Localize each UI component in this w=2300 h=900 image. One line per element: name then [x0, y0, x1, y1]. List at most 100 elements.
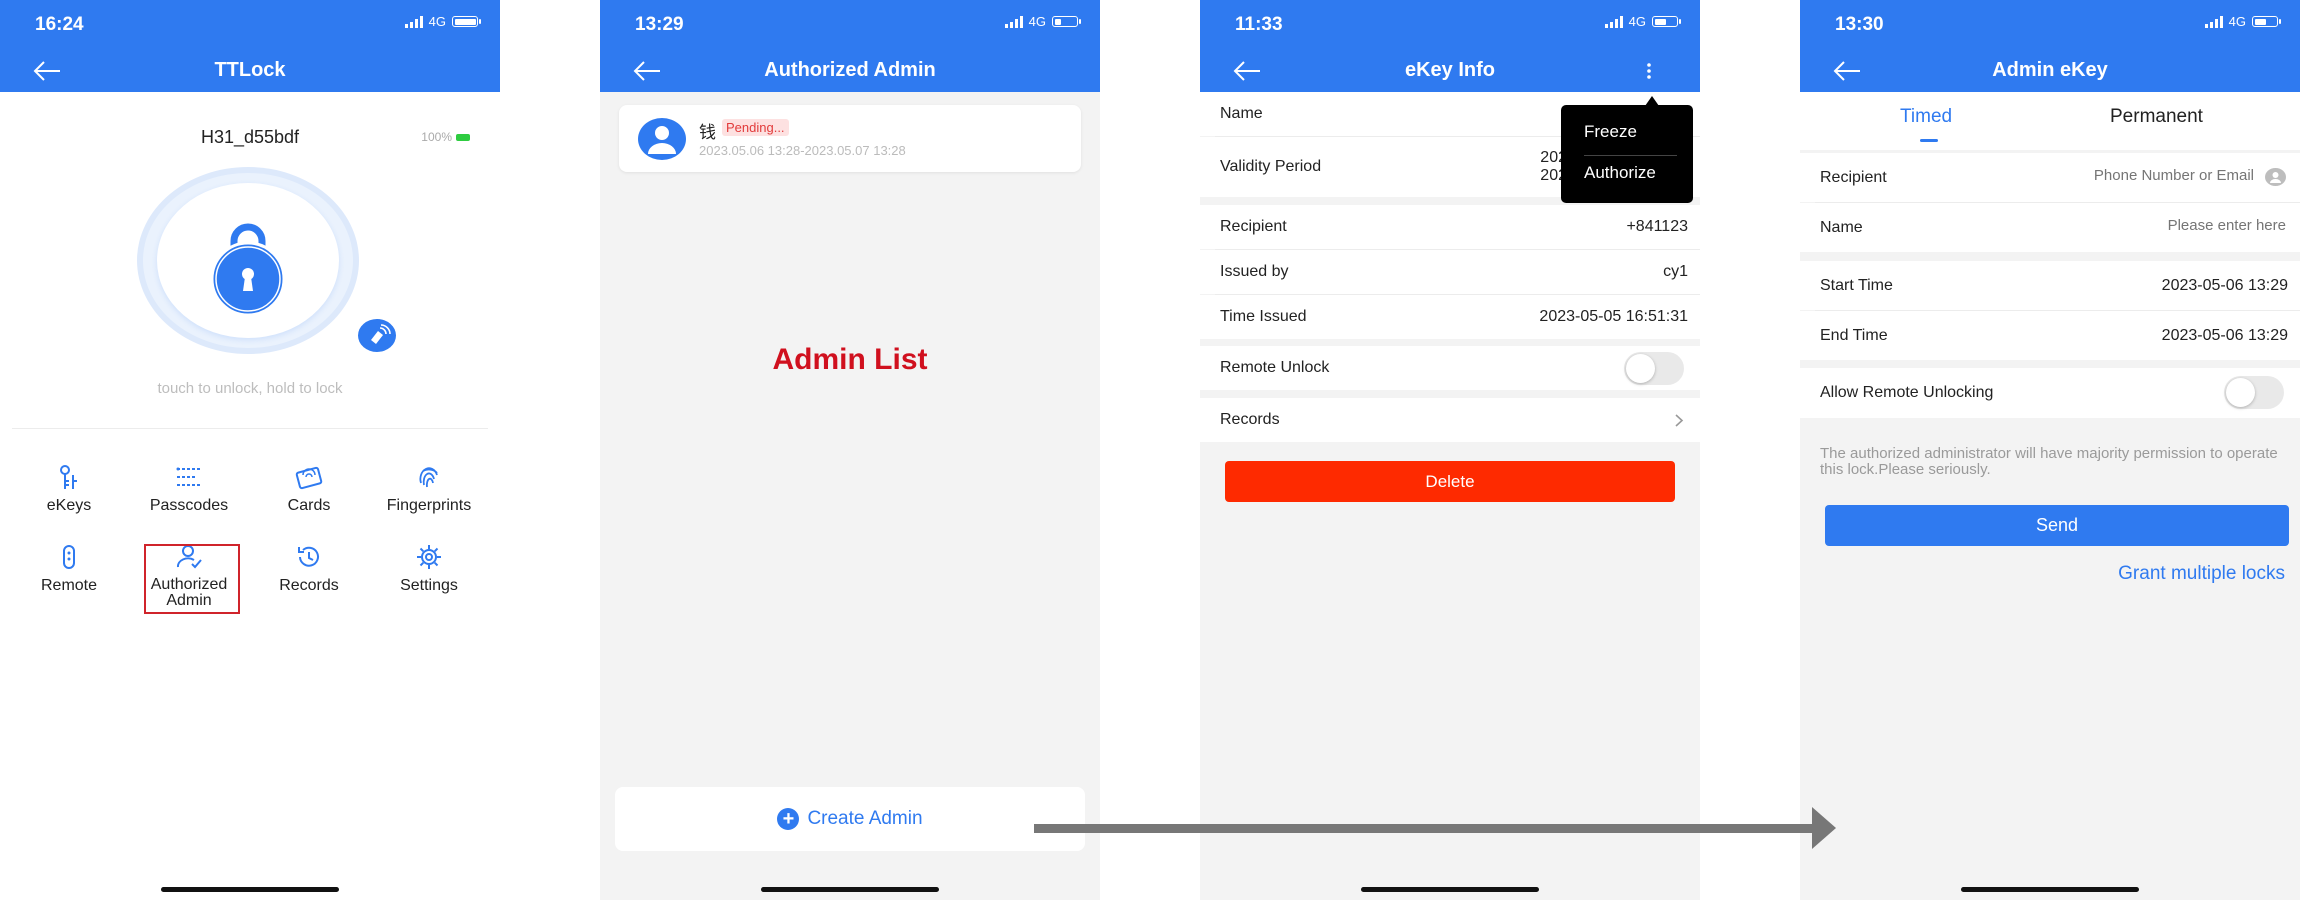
screen-authorized-admin: 13:29 4G Authorized Admin 钱 Pending... 2…	[600, 0, 1100, 900]
row-start-time[interactable]: Start Time 2023-05-06 13:29	[1800, 261, 2300, 310]
battery-icon	[452, 16, 481, 27]
battery-icon	[1052, 16, 1081, 27]
menu-passcodes[interactable]: Passcodes	[134, 463, 244, 515]
nfc-unlock-icon[interactable]	[358, 319, 396, 352]
unlock-button-inner	[157, 183, 339, 338]
battery-icon	[2252, 16, 2281, 27]
row-label: Allow Remote Unlocking	[1820, 384, 1994, 401]
menu-label: Records	[279, 577, 339, 594]
row-label: Remote Unlock	[1220, 359, 1330, 376]
admin-period: 2023.05.06 13:28-2023.05.07 13:28	[699, 143, 906, 158]
screen-admin-ekey: 13:30 4G Admin eKey Timed Permanent Reci…	[1800, 0, 2300, 900]
create-admin-button[interactable]: + Create Admin	[615, 787, 1085, 851]
menu-item-authorize[interactable]: Authorize	[1584, 163, 1656, 183]
row-label: Start Time	[1820, 276, 1893, 294]
delete-button[interactable]: Delete	[1225, 461, 1675, 502]
more-vertical-icon[interactable]	[1646, 62, 1652, 80]
divider	[12, 428, 488, 429]
page-title: eKey Info	[1404, 59, 1496, 81]
home-indicator	[161, 887, 339, 892]
status-time: 11:33	[1235, 14, 1283, 35]
menu-label: Passcodes	[149, 497, 229, 514]
row-value: cy1	[1663, 263, 1688, 280]
home-indicator	[761, 887, 939, 892]
row-label: Name	[1220, 105, 1263, 122]
signal-icon	[1004, 15, 1023, 28]
nav-bar: Authorized Admin	[600, 50, 1100, 92]
network-label: 4G	[428, 14, 446, 29]
battery-percent: 100%	[421, 130, 452, 144]
status-bar: 13:29 4G	[600, 0, 1100, 50]
row-recipient: Recipient +841123	[1200, 205, 1700, 249]
row-label: Time Issued	[1220, 308, 1307, 325]
signal-icon	[404, 15, 423, 28]
menu-fingerprints[interactable]: Fingerprints	[374, 463, 484, 515]
admin-name: 钱	[699, 123, 716, 142]
admin-list-item[interactable]: 钱 Pending... 2023.05.06 13:28-2023.05.07…	[619, 105, 1081, 172]
unlock-button[interactable]	[143, 173, 353, 348]
menu-records[interactable]: Records	[254, 543, 364, 595]
chevron-right-icon	[1675, 414, 1684, 427]
name-input[interactable]	[2064, 216, 2288, 235]
avatar	[638, 118, 686, 160]
create-admin-label: Create Admin	[807, 808, 923, 829]
row-records[interactable]: Records	[1200, 398, 1700, 442]
row-value: 2023-05-06 13:29	[2161, 276, 2288, 294]
menu-label: Fingerprints	[386, 497, 472, 514]
permission-note: The authorized administrator will have m…	[1820, 445, 2278, 478]
menu-label: Cards	[287, 497, 331, 514]
battery-level: 100%	[421, 130, 470, 144]
network-label: 4G	[2228, 14, 2246, 29]
signal-icon	[1604, 15, 1623, 28]
send-button[interactable]: Send	[1825, 505, 2289, 546]
tab-indicator	[1920, 139, 1938, 142]
battery-icon	[1652, 16, 1681, 27]
home-indicator	[1961, 887, 2139, 892]
annotation-label: Admin List	[772, 343, 928, 376]
signal-icon	[2204, 15, 2223, 28]
battery-level-icon	[456, 133, 470, 141]
row-name: Name	[1800, 203, 2300, 252]
row-label: Name	[1820, 218, 1863, 236]
row-remote-unlocking: Allow Remote Unlocking	[1800, 368, 2300, 418]
screen-ekey-info: 11:33 4G eKey Info Name Validity Period …	[1200, 0, 1700, 900]
menu-settings[interactable]: Settings	[374, 543, 484, 595]
tab-permanent[interactable]: Permanent	[2110, 106, 2203, 128]
grant-multiple-locks-link[interactable]: Grant multiple locks	[2118, 563, 2285, 585]
row-label: Issued by	[1220, 263, 1289, 280]
remote-unlocking-toggle[interactable]	[2224, 376, 2284, 409]
status-time: 13:30	[1835, 14, 1884, 35]
plus-icon: +	[777, 808, 800, 830]
screen-lock-home: 16:24 4G TTLock H31_d55bdf 100% touch to…	[0, 0, 500, 900]
row-label: End Time	[1820, 326, 1888, 344]
tab-timed[interactable]: Timed	[1900, 106, 1952, 128]
row-end-time[interactable]: End Time 2023-05-06 13:29	[1800, 311, 2300, 360]
history-icon	[298, 546, 319, 567]
menu-remote[interactable]: Remote	[14, 543, 124, 595]
home-indicator	[1361, 887, 1539, 892]
menu-ekeys[interactable]: eKeys	[14, 463, 124, 515]
recipient-input[interactable]	[2032, 166, 2256, 185]
nav-bar: Admin eKey	[1800, 50, 2300, 92]
highlight-box	[144, 544, 240, 614]
page-title: Authorized Admin	[764, 59, 936, 81]
nav-bar: TTLock	[0, 50, 500, 92]
passcode-icon	[176, 467, 201, 486]
status-badge: Pending...	[722, 119, 789, 136]
network-label: 4G	[1628, 14, 1646, 29]
gear-icon	[417, 545, 441, 569]
menu-label: Remote	[40, 577, 98, 594]
menu-item-freeze[interactable]: Freeze	[1584, 122, 1637, 142]
row-time-issued: Time Issued 2023-05-05 16:51:31	[1200, 295, 1700, 339]
contacts-icon[interactable]	[2265, 168, 2286, 186]
status-bar: 16:24 4G	[0, 0, 500, 50]
menu-label: eKeys	[46, 497, 92, 514]
status-time: 16:24	[35, 14, 84, 35]
fingerprint-icon	[419, 467, 438, 488]
row-value: +841123	[1626, 218, 1688, 235]
remote-unlock-toggle[interactable]	[1624, 352, 1684, 385]
row-value: 2023-05-06 13:29	[2161, 326, 2288, 344]
row-recipient: Recipient	[1800, 153, 2300, 202]
row-value: 2023-05-05 16:51:31	[1539, 308, 1688, 325]
menu-cards[interactable]: Cards	[254, 463, 364, 515]
